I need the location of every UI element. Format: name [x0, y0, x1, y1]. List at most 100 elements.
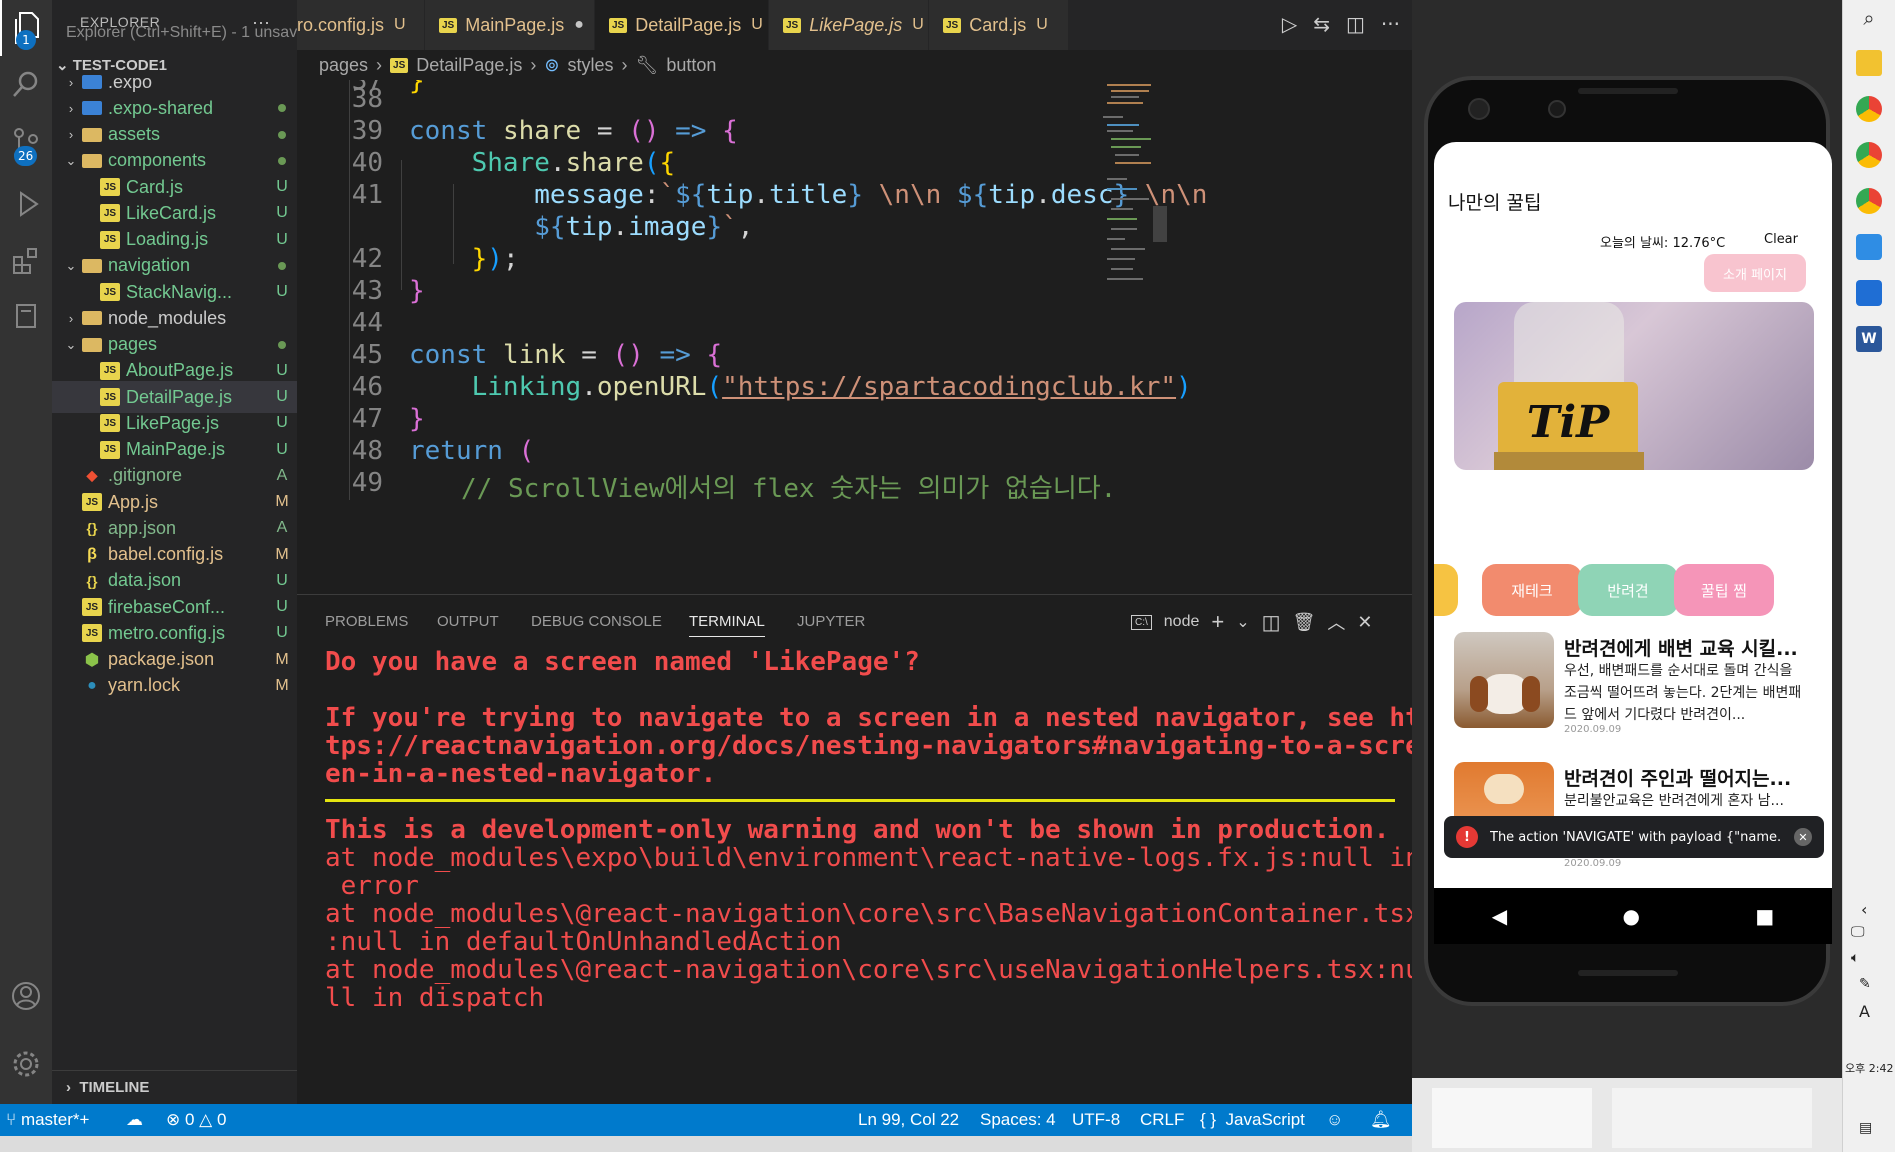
split-terminal-icon[interactable]: ◫ — [1262, 610, 1281, 635]
home-icon[interactable]: ● — [1623, 904, 1640, 928]
tab-output[interactable]: OUTPUT — [437, 613, 499, 630]
app-icon[interactable] — [1856, 280, 1882, 306]
breadcrumb-symbol[interactable]: styles — [567, 55, 613, 76]
maximize-icon[interactable]: ︿ — [1327, 609, 1345, 635]
js-file-icon: JS — [783, 17, 802, 33]
tree-item-label: components — [108, 150, 207, 171]
source-control-icon[interactable]: 26 — [0, 116, 52, 172]
compare-icon[interactable]: ⇆ — [1313, 12, 1330, 36]
code-editor[interactable]: 37 38 39 40 41 42 43 44 45 46 47 48 49 } const share… — [297, 80, 1412, 594]
tab-label: MainPage.js — [465, 14, 565, 35]
run-icon[interactable]: ▷ — [1282, 12, 1297, 36]
clock[interactable]: 오후 2:42 — [1845, 1060, 1893, 1076]
chevron-down-icon[interactable]: ⌄ — [64, 337, 78, 353]
minimap[interactable] — [1101, 80, 1161, 308]
encoding[interactable]: UTF-8 — [1072, 1110, 1120, 1130]
tab-status: ● — [574, 16, 584, 33]
category-button-pets[interactable]: 반려견 — [1578, 564, 1678, 616]
dog-face — [1484, 774, 1524, 804]
more-icon[interactable]: ··· — [1381, 12, 1400, 36]
problems-indicator[interactable]: ⊗ 0 △ 0 — [166, 1110, 226, 1130]
line-number: 49 — [351, 468, 383, 498]
tab-terminal[interactable]: TERMINAL — [689, 613, 765, 637]
js-file-icon: JS — [100, 230, 120, 249]
git-status: U — [276, 598, 288, 615]
timeline-section[interactable]: › TIMELINE — [52, 1070, 297, 1104]
run-debug-icon[interactable] — [0, 176, 52, 232]
ime-icon[interactable]: A — [1859, 1002, 1870, 1021]
chevron-left-icon[interactable]: ‹ — [1861, 900, 1867, 919]
tab-problems[interactable]: PROBLEMS — [325, 613, 408, 630]
remote-explorer-icon[interactable] — [0, 288, 52, 344]
chevron-right-icon[interactable]: › — [64, 311, 78, 326]
network-icon[interactable]: 🖵︎ — [1851, 924, 1865, 940]
cursor-position[interactable]: Ln 99, Col 22 — [858, 1110, 959, 1130]
chrome-icon[interactable] — [1856, 188, 1882, 214]
indentation[interactable]: Spaces: 4 — [980, 1110, 1056, 1130]
category-button-finance[interactable]: 재테크 — [1482, 564, 1582, 616]
tab-likepage[interactable]: JS LikePage.js U — [769, 0, 929, 50]
word-icon[interactable]: W — [1856, 326, 1882, 352]
account-icon[interactable] — [0, 968, 52, 1024]
chevron-right-icon[interactable]: › — [64, 127, 78, 142]
feedback-icon[interactable]: ☺ — [1326, 1110, 1343, 1130]
search-icon[interactable] — [0, 56, 52, 112]
tab-debug-console[interactable]: DEBUG CONSOLE — [531, 613, 662, 630]
category-button-favorites[interactable]: 꿀팁 찜 — [1674, 564, 1774, 616]
chrome-icon[interactable] — [1856, 142, 1882, 168]
category-label: 꿀팁 찜 — [1700, 581, 1748, 600]
extensions-icon[interactable] — [0, 232, 52, 288]
more-actions-icon[interactable]: ··· — [252, 12, 270, 33]
js-file-icon: JS — [82, 624, 102, 643]
tree-item[interactable]: ● yarn.lock M — [52, 670, 297, 702]
category-button-all[interactable] — [1434, 564, 1458, 616]
chevron-right-icon[interactable]: › — [64, 75, 78, 90]
terminal-panel: PROBLEMS OUTPUT DEBUG CONSOLE TERMINAL J… — [297, 594, 1421, 1104]
file-explorer-icon[interactable] — [1856, 50, 1882, 76]
recents-icon[interactable]: ■ — [1755, 904, 1774, 928]
notification-icon[interactable]: ▤ — [1859, 1120, 1872, 1136]
tip-card[interactable]: 반려견에게 배변 교육 시킬... 우선, 배변패드를 순서대로 돌며 간식을 … — [1434, 632, 1832, 735]
tab-mainpage[interactable]: JS MainPage.js ● — [425, 0, 595, 50]
breadcrumb-file[interactable]: DetailPage.js — [416, 55, 522, 76]
close-icon[interactable]: ✕ — [1794, 828, 1812, 846]
tab-detailpage[interactable]: JSDetailPage.jsU✕ — [595, 0, 788, 50]
branch-indicator[interactable]: ⑂ master*+ — [6, 1110, 89, 1130]
trash-icon[interactable]: 🗑︎ — [1293, 612, 1316, 633]
explorer-icon[interactable]: 1 — [0, 0, 52, 56]
close-icon[interactable]: ✕ — [1357, 612, 1372, 633]
status-dot — [278, 156, 286, 165]
tab-card[interactable]: JS Card.js U — [929, 0, 1069, 50]
chevron-down-icon[interactable]: ⌄ — [64, 258, 78, 274]
chevron-down-icon[interactable]: ⌄ — [1236, 612, 1249, 632]
chrome-icon[interactable] — [1856, 96, 1882, 122]
terminal-shell-select[interactable]: node — [1164, 613, 1200, 631]
back-icon[interactable]: ◀ — [1492, 904, 1507, 928]
gear-icon[interactable] — [0, 1036, 52, 1092]
volume-icon[interactable]: 🔈︎ — [1851, 950, 1859, 966]
sync-icon[interactable]: ☁︎ — [126, 1110, 143, 1130]
breadcrumb-folder[interactable]: pages — [319, 55, 368, 76]
tab-metro-config[interactable]: ro.config.js U — [297, 0, 425, 50]
editor-scrollbar[interactable] — [1153, 206, 1167, 242]
search-icon[interactable]: ⌕ — [1856, 6, 1882, 32]
about-page-button[interactable]: 소개 페이지 — [1704, 254, 1806, 292]
add-icon[interactable]: + — [1211, 609, 1224, 635]
git-status: M — [275, 676, 289, 694]
tab-jupyter[interactable]: JUPYTER — [797, 613, 865, 630]
pen-icon[interactable]: ✎ — [1859, 976, 1871, 992]
breadcrumb-property[interactable]: button — [666, 55, 716, 76]
language-mode[interactable]: { } JavaScript — [1200, 1110, 1305, 1130]
code-url[interactable]: "https://spartacodingclub.kr" — [722, 372, 1176, 402]
folder-icon — [82, 337, 102, 352]
git-status: U — [276, 571, 288, 589]
chevron-right-icon[interactable]: › — [64, 101, 78, 116]
folder-icon — [82, 153, 102, 168]
vscode-icon[interactable] — [1856, 234, 1882, 260]
line-ending[interactable]: CRLF — [1140, 1110, 1184, 1130]
bell-icon[interactable]: 🔔︎ — [1370, 1110, 1392, 1130]
chevron-down-icon[interactable]: ⌄ — [64, 153, 78, 169]
line-number: 39 — [351, 116, 383, 146]
split-editor-icon[interactable]: ◫ — [1346, 12, 1365, 36]
error-toast[interactable]: ! The action 'NAVIGATE' with payload {"n… — [1444, 816, 1824, 858]
